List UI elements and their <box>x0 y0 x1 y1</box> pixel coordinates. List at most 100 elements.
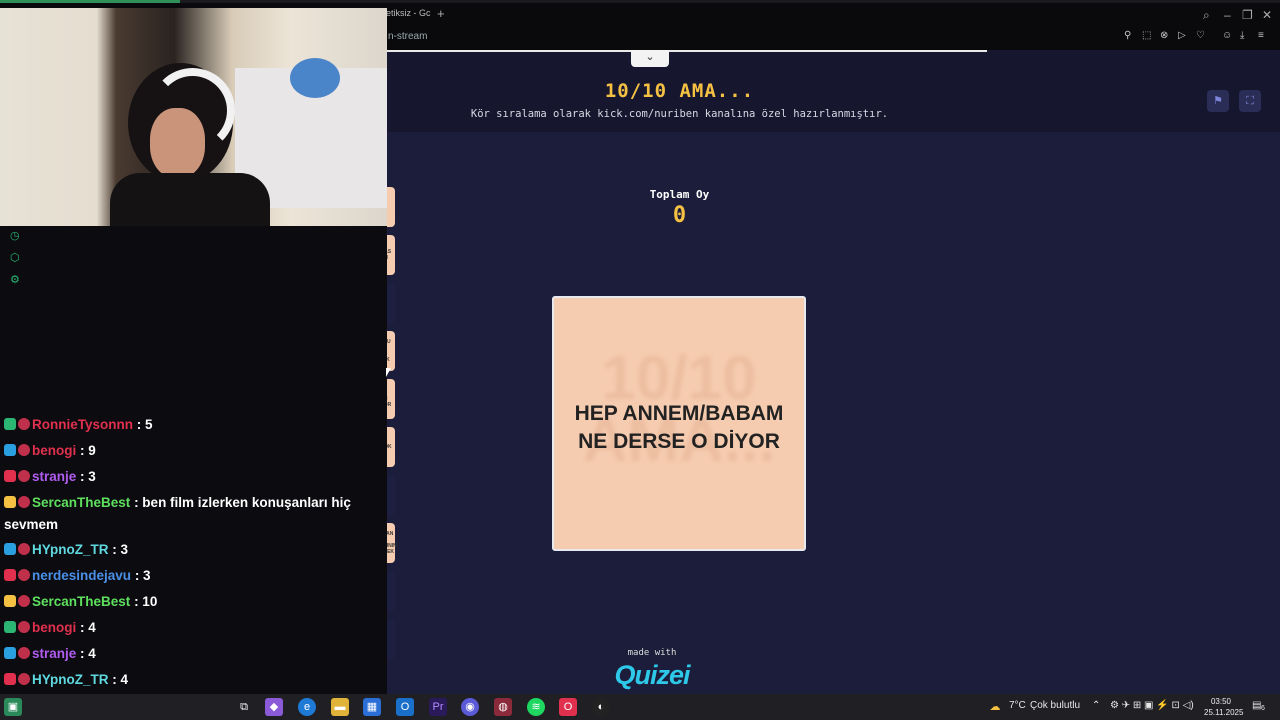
total-votes-count: 0 <box>672 203 687 228</box>
collapse-button[interactable]: ⌄ <box>631 50 669 67</box>
badge-icon <box>4 569 16 581</box>
chat-username[interactable]: benogi <box>32 443 76 458</box>
badge-icon <box>4 418 16 430</box>
badge-icon <box>18 569 30 581</box>
chat-username[interactable]: nerdesindejavu <box>32 568 131 583</box>
tray-icons[interactable]: ⚙ ✈ ⊞ ▣ ⚡ ⊡ ◁) <box>1110 700 1194 711</box>
settings-icon[interactable]: ⚙ <box>10 273 20 286</box>
shield-icon[interactable]: ⊗ <box>1160 30 1168 41</box>
play-icon[interactable]: ▷ <box>1178 30 1186 41</box>
store-icon[interactable]: ▦ <box>363 698 381 716</box>
chat-message: HYpnoZ_TR : 4 <box>4 667 128 693</box>
badge-icon <box>18 470 30 482</box>
fullscreen-icon[interactable]: ⛶ <box>1239 90 1261 112</box>
account-icon[interactable]: ☺ <box>1222 30 1232 41</box>
chat-message: benogi : 9 <box>4 438 96 464</box>
total-votes-label: Toplam Oy <box>649 188 710 201</box>
chat-message: benogi : 4 <box>4 615 96 641</box>
chat-message: nerdesindejavu : 3 <box>4 563 151 589</box>
weather-text[interactable]: Çok bulutlu <box>1030 700 1080 711</box>
close-icon[interactable]: ✕ <box>1262 8 1272 22</box>
progress-strip <box>0 0 1280 3</box>
webcam-overlay <box>0 8 387 226</box>
card-text: HEP ANNEM/BABAM NE DERSE O DİYOR <box>574 402 784 453</box>
download-icon[interactable]: ⤓ <box>1240 30 1244 41</box>
folder-icon[interactable]: ▬ <box>331 698 349 716</box>
browser-tab[interactable]: etiksiz - Gc <box>386 8 431 18</box>
screen: etiksiz - Gc + n-stream ⌕ – ❐ ✕ ⚲ ⬚ ⊗ ▷ … <box>0 0 1280 720</box>
chat-username[interactable]: SercanTheBest <box>32 495 130 510</box>
quiz-title: 10/10 AMA... <box>604 80 755 102</box>
chat-text: : 3 <box>80 469 96 484</box>
chat-username[interactable]: benogi <box>32 620 76 635</box>
chat-text: : 4 <box>80 620 96 635</box>
edge-icon[interactable]: e <box>298 698 316 716</box>
weather-temp[interactable]: 7°C <box>1009 700 1026 711</box>
menu-icon[interactable]: ≡ <box>1258 30 1264 41</box>
badge-icon <box>18 595 30 607</box>
restore-icon[interactable]: ❐ <box>1242 8 1253 22</box>
chat-text: : 4 <box>112 672 129 687</box>
minimize-icon[interactable]: – <box>1224 8 1231 22</box>
quiz-header: ⌄ 10/10 AMA... Kör sıralama olarak kick.… <box>387 50 1280 132</box>
notification-count: 6 <box>1261 705 1265 712</box>
clock[interactable]: 03:50 25.11.2025 <box>1204 696 1243 718</box>
quiz-card[interactable]: 10/10 AMA... HEP ANNEM/BABAM NE DERSE O … <box>552 296 806 551</box>
new-tab-button[interactable]: + <box>437 6 445 21</box>
app-icon[interactable]: ▣ <box>4 698 22 716</box>
badge-icon <box>18 543 30 555</box>
search-icon[interactable]: ⌕ <box>1203 8 1210 23</box>
chat-message: stranje : 4 <box>4 641 96 667</box>
badge-icon <box>18 621 30 633</box>
outlook-icon[interactable]: O <box>396 698 414 716</box>
copilot-icon[interactable]: ◆ <box>265 698 283 716</box>
badge-icon <box>4 444 16 456</box>
chat-message: HYpnoZ_TR : 3 <box>4 537 128 563</box>
taskbar: ▣ ⧉ ◆ e ▬ ▦ O Pr ◉ ◍ ≋ O ◐ ☁ 7°C Çok bul… <box>0 694 1280 720</box>
badge-icon <box>4 673 16 685</box>
badge-icon <box>4 647 16 659</box>
chat-username[interactable]: RonnieTysonnn <box>32 417 133 432</box>
badge-icon <box>18 418 30 430</box>
chat-username[interactable]: stranje <box>32 469 76 484</box>
flag-icon[interactable]: ⚑ <box>1207 90 1229 112</box>
task-view-icon[interactable]: ⧉ <box>235 698 253 716</box>
address-bar[interactable]: n-stream <box>388 31 427 42</box>
active-app-icon[interactable]: ◍ <box>494 698 512 716</box>
obs-icon[interactable]: ◐ <box>592 698 610 716</box>
screenshot-icon[interactable]: ⬚ <box>1142 30 1151 41</box>
chat-username[interactable]: HYpnoZ_TR <box>32 672 109 687</box>
chat-text: : 3 <box>134 568 151 583</box>
tray-chevron-icon[interactable]: ⌃ <box>1092 700 1100 711</box>
chat-message: stranje : 3 <box>4 464 96 490</box>
chat-message: SercanTheBest : 10 <box>4 589 157 615</box>
quizei-logo[interactable]: Quizei <box>587 660 717 691</box>
bookmark-icon[interactable]: ⚲ <box>1124 30 1131 41</box>
chat-username[interactable]: HYpnoZ_TR <box>32 542 109 557</box>
chat-text: sevmem <box>4 517 59 532</box>
discord-icon[interactable]: ◉ <box>461 698 479 716</box>
spotify-icon[interactable]: ≋ <box>527 698 545 716</box>
badge-icon <box>4 543 16 555</box>
badge-icon <box>18 444 30 456</box>
chat-username[interactable]: SercanTheBest <box>32 594 130 609</box>
badge-icon <box>4 496 16 508</box>
puzzle-icon[interactable]: ⬡ <box>10 251 20 264</box>
badge-icon <box>18 673 30 685</box>
badge-icon <box>4 595 16 607</box>
chat-username[interactable]: stranje <box>32 646 76 661</box>
premiere-icon[interactable]: Pr <box>429 698 447 716</box>
chat-text: : ben film izlerken konuşanları hiç <box>134 495 351 510</box>
made-with-label: made with <box>627 648 677 658</box>
badge-icon <box>4 621 16 633</box>
chat-text: : 9 <box>80 443 96 458</box>
chat-text: : 5 <box>136 417 153 432</box>
opera-icon[interactable]: O <box>559 698 577 716</box>
mouse-cursor <box>386 368 391 377</box>
chat-message: sevmem <box>4 512 58 538</box>
weather-icon[interactable]: ☁ <box>986 698 1004 716</box>
clock-icon[interactable]: ◷ <box>10 229 20 242</box>
badge-icon <box>4 470 16 482</box>
heart-icon[interactable]: ♡ <box>1196 30 1205 41</box>
badge-icon <box>18 496 30 508</box>
